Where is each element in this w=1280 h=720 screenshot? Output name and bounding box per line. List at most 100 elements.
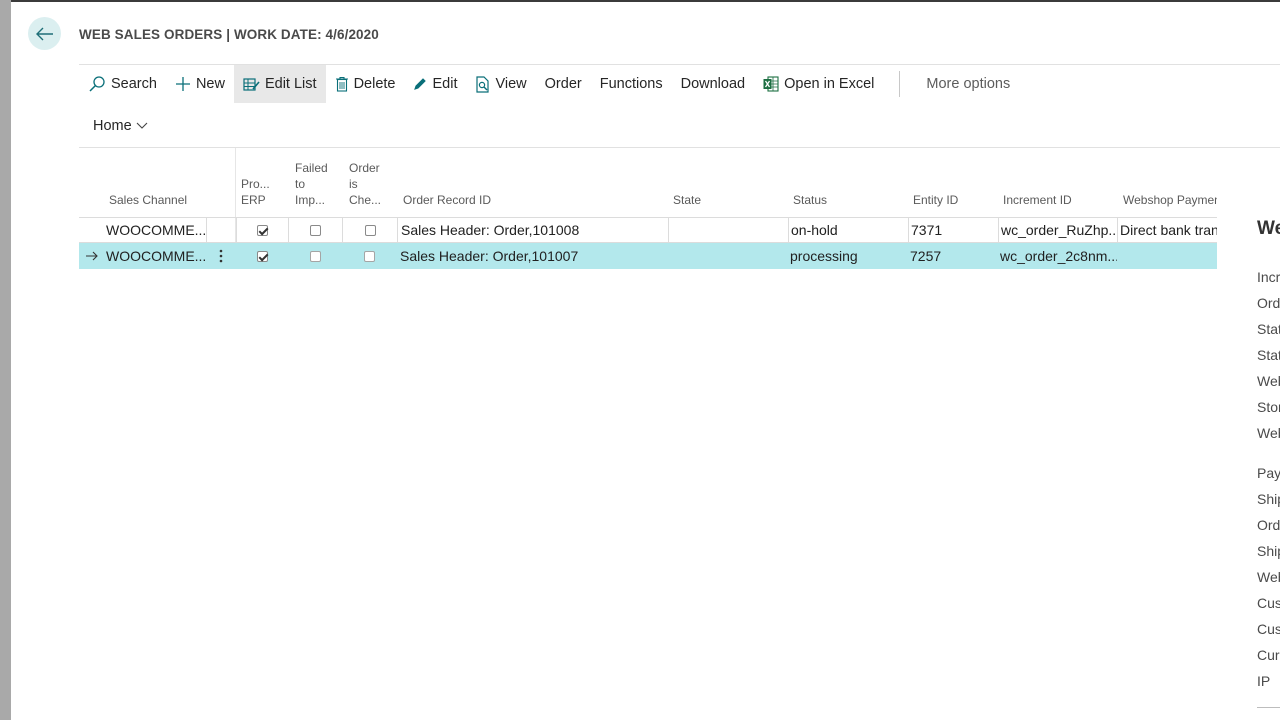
arrow-left-icon	[35, 27, 53, 40]
cell-order-is-checked[interactable]	[342, 218, 397, 242]
factbox-field-label: Web	[1257, 569, 1280, 585]
col-increment-id[interactable]: Increment ID	[1003, 192, 1072, 208]
open-in-excel-label: Open in Excel	[784, 76, 875, 92]
col-status[interactable]: Status	[793, 192, 827, 208]
edit-list-label: Edit List	[264, 76, 317, 92]
factbox-field-label: Incr	[1257, 269, 1280, 285]
col-checked-line3: Che...	[349, 193, 382, 207]
factbox-field-label: Curr	[1257, 647, 1280, 663]
factbox-field-label: Web	[1257, 373, 1280, 389]
failed-to-import-checkbox[interactable]	[310, 224, 321, 236]
col-failed-line2: to	[295, 177, 306, 191]
col-failed-to-import[interactable]: Failed to Imp...	[295, 160, 328, 208]
factbox-field-label: Cus	[1257, 595, 1280, 611]
col-order-is-checked[interactable]: Order is Che...	[349, 160, 381, 208]
download-menu[interactable]: Download	[672, 65, 755, 103]
col-failed-line3: Imp...	[295, 193, 326, 207]
action-separator	[899, 71, 901, 97]
col-sales-channel[interactable]: Sales Channel	[109, 192, 187, 208]
back-button[interactable]	[28, 17, 61, 50]
more-options-label: More options	[926, 76, 1011, 92]
factbox-field-label: Ord	[1257, 517, 1280, 533]
col-entity-id[interactable]: Entity ID	[913, 192, 958, 208]
factbox-field-label: Stat	[1257, 321, 1280, 337]
row-actions-button[interactable]	[206, 243, 236, 269]
factbox-field-label: IP	[1257, 673, 1271, 689]
delete-label: Delete	[353, 76, 396, 92]
cell-row-actions	[206, 218, 236, 242]
cell-status[interactable]: processing	[788, 243, 908, 269]
cell-processed-erp[interactable]	[236, 218, 288, 242]
home-label: Home	[93, 118, 132, 134]
edit-button[interactable]: Edit	[404, 65, 466, 103]
arrow-right-icon	[86, 251, 98, 261]
trash-icon	[335, 76, 348, 92]
factbox-field-label: Ship	[1257, 491, 1280, 507]
plus-icon	[175, 77, 190, 91]
factbox-field-label: Payr	[1257, 465, 1280, 481]
view-page-icon	[476, 75, 490, 93]
view-button[interactable]: View	[466, 65, 535, 103]
cell-increment-id[interactable]: wc_order_2c8nm...	[998, 243, 1117, 269]
factbox-field-label: Stat	[1257, 347, 1280, 363]
factbox-divider	[1257, 707, 1280, 708]
cell-sales-channel[interactable]: WOOCOMME...	[105, 218, 206, 242]
cell-failed-to-import[interactable]	[288, 218, 342, 242]
col-webshop-payment[interactable]: Webshop Paymen	[1123, 192, 1217, 208]
open-in-excel-button[interactable]: Open in Excel	[754, 65, 883, 103]
factbox-field-label: Web	[1257, 425, 1280, 441]
table-row-selected[interactable]: WOOCOMME... Sales Header: Order,101007 p…	[79, 243, 1217, 269]
home-menu[interactable]: Home	[93, 118, 148, 134]
cell-webshop-payment[interactable]: Direct bank tran	[1117, 218, 1217, 242]
col-processed-erp-line2: ERP	[241, 193, 266, 207]
col-state[interactable]: State	[673, 192, 701, 208]
functions-menu[interactable]: Functions	[591, 65, 672, 103]
table-row[interactable]: WOOCOMME... Sales Header: Order,101008 o…	[79, 217, 1217, 243]
cell-state[interactable]	[668, 218, 788, 242]
factbox-field-label: Cus	[1257, 621, 1280, 637]
menu-bar: Home	[79, 103, 1280, 148]
failed-to-import-checkbox[interactable]	[309, 250, 321, 262]
factbox-pane: We Incr Ord Stat Stat Web Stor Web Payr …	[1257, 218, 1280, 708]
col-processed-erp[interactable]: Pro... ERP	[241, 176, 270, 208]
more-options-button[interactable]: More options	[917, 65, 1019, 103]
cell-entity-id[interactable]: 7257	[908, 243, 998, 269]
search-button[interactable]: Search	[79, 65, 166, 103]
cell-webshop-payment[interactable]	[1117, 243, 1217, 269]
factbox-field-label: Ord	[1257, 295, 1280, 311]
new-label: New	[195, 76, 225, 92]
view-label: View	[495, 76, 527, 92]
order-is-checked-checkbox[interactable]	[364, 224, 376, 236]
factbox-title: We	[1257, 218, 1280, 239]
cell-increment-id[interactable]: wc_order_RuZhp...	[998, 218, 1117, 242]
order-menu[interactable]: Order	[536, 65, 591, 103]
cell-processed-erp[interactable]	[236, 243, 288, 269]
col-failed-line1: Failed	[295, 161, 328, 175]
processed-erp-checkbox[interactable]	[256, 250, 268, 262]
cell-failed-to-import[interactable]	[288, 243, 342, 269]
more-vertical-icon	[219, 249, 223, 263]
cell-order-record-id[interactable]: Sales Header: Order,101007	[397, 243, 668, 269]
cell-state[interactable]	[668, 243, 788, 269]
cell-status[interactable]: on-hold	[788, 218, 908, 242]
cell-order-is-checked[interactable]	[342, 243, 397, 269]
processed-erp-checkbox[interactable]	[257, 224, 268, 236]
col-processed-erp-line1: Pro...	[241, 177, 270, 191]
col-checked-line1: Order	[349, 161, 380, 175]
search-label: Search	[111, 76, 157, 92]
cell-sales-channel[interactable]: WOOCOMME...	[105, 243, 206, 269]
col-order-record-id[interactable]: Order Record ID	[403, 192, 491, 208]
search-icon	[89, 76, 105, 92]
chevron-down-icon	[136, 122, 148, 129]
cell-order-record-id[interactable]: Sales Header: Order,101008	[397, 218, 668, 242]
cell-entity-id[interactable]: 7371	[908, 218, 998, 242]
order-label: Order	[544, 76, 582, 92]
delete-button[interactable]: Delete	[326, 65, 405, 103]
new-button[interactable]: New	[166, 65, 234, 103]
page-title: WEB SALES ORDERS | WORK DATE: 4/6/2020	[79, 27, 379, 42]
edit-label: Edit	[432, 76, 458, 92]
factbox-field-label: Ship	[1257, 543, 1280, 559]
edit-list-button[interactable]: Edit List	[233, 65, 326, 103]
left-scroll-strip	[0, 0, 11, 720]
order-is-checked-checkbox[interactable]	[364, 250, 375, 262]
